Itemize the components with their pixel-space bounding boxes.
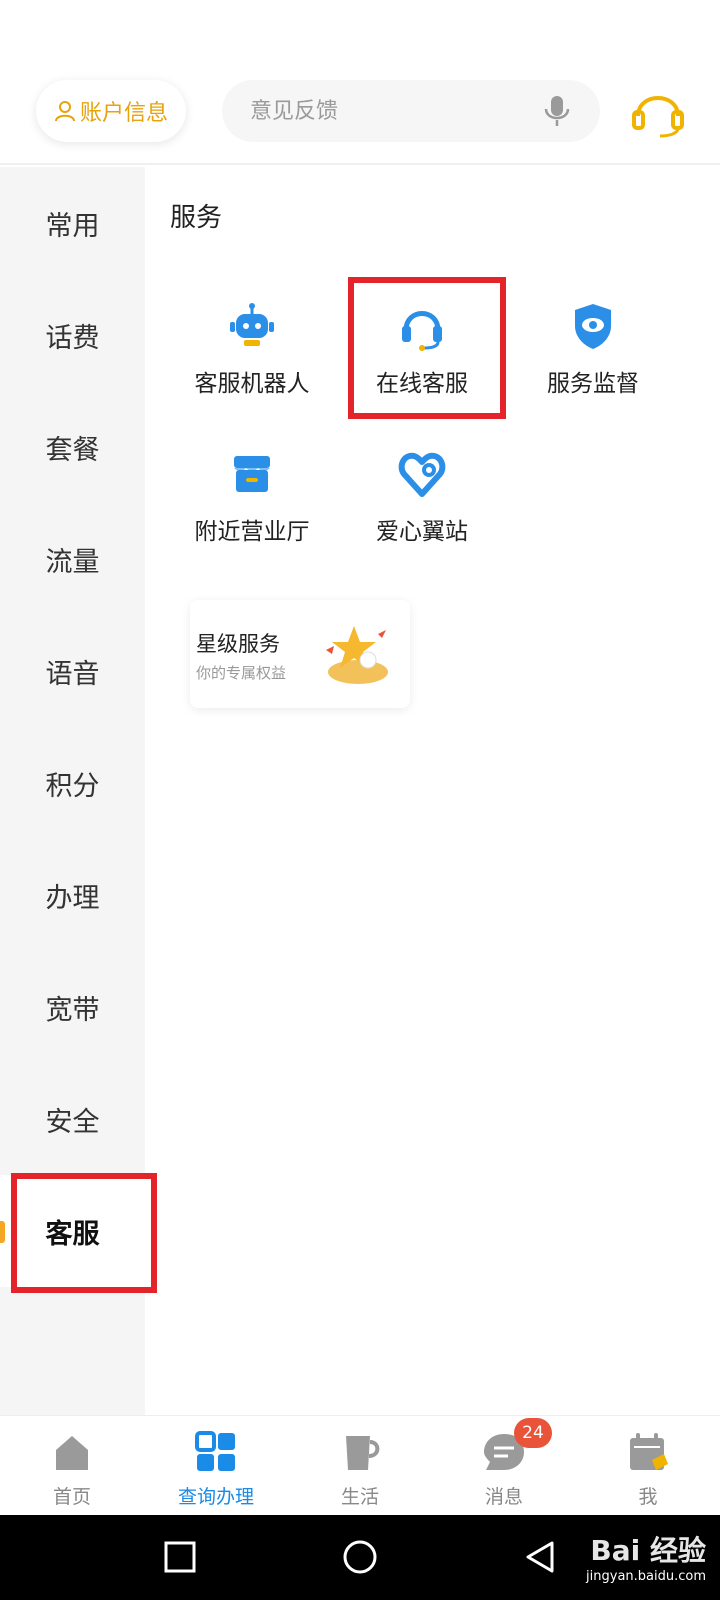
sidebar-item-label: 话费 [45,322,100,354]
robot-icon [230,303,274,346]
baidu-jingyan-watermark: Bai 经验 jingyan.baidu.com [586,1529,706,1584]
sidebar-item-security[interactable]: 安全 [0,1063,145,1175]
service-robot[interactable]: 客服机器人 [172,300,332,398]
calendar-sign-icon [630,1433,668,1470]
sidebar-item-label: 语音 [45,658,100,690]
sidebar-item-voice[interactable]: 语音 [0,615,145,727]
nav-label: 消息 [484,1486,523,1508]
sidebar-item-plan[interactable]: 套餐 [0,391,145,503]
highlight-box-sidebar [11,1173,157,1293]
highlight-box-online-support [348,277,506,419]
star-trophy-image [326,626,388,684]
heart-location-icon [398,452,446,497]
service-love-station[interactable]: 爱心翼站 [342,448,502,546]
search-bar[interactable] [222,80,600,142]
sidebar-item-common[interactable]: 常用 [0,167,145,279]
top-header: 账户信息 [0,0,720,165]
sidebar-item-label: 常用 [45,210,100,242]
customer-service-headset-icon[interactable] [628,82,688,142]
home-icon [56,1436,88,1470]
service-nearby-store[interactable]: 附近营业厅 [172,448,332,546]
nav-label: 首页 [52,1486,91,1508]
recent-apps-icon[interactable] [158,1535,202,1579]
back-triangle-icon[interactable] [518,1535,562,1579]
nav-label: 生活 [340,1486,379,1508]
sidebar-item-apply[interactable]: 办理 [0,839,145,951]
section-title: 服务 [170,203,223,233]
grid-icon [195,1431,235,1471]
star-service-card[interactable]: 星级服务 你的专属权益 [190,600,410,708]
watermark-brand: Bai 经验 [590,1534,706,1567]
bottom-navigation: 首页 查询办理 生活 消息 24 我 [0,1415,720,1515]
store-icon [234,456,270,492]
home-circle-icon[interactable] [338,1535,382,1579]
nav-label: 我 [638,1486,658,1508]
nav-label: 查询办理 [177,1486,254,1508]
star-service-title: 星级服务 [196,632,280,656]
sidebar-item-label: 宽带 [45,994,100,1026]
cup-icon [346,1436,380,1470]
sidebar-item-label: 流量 [45,546,100,578]
nav-home[interactable]: 首页 [0,1416,144,1515]
service-label: 附近营业厅 [194,519,310,545]
nav-messages[interactable]: 消息 24 [432,1416,576,1515]
account-info-label: 账户信息 [79,101,168,126]
service-label: 客服机器人 [194,371,310,397]
nav-query[interactable]: 查询办理 [144,1416,288,1515]
sidebar-item-label: 办理 [45,882,100,914]
sidebar-item-bill[interactable]: 话费 [0,279,145,391]
message-count-badge: 24 [514,1418,552,1448]
nav-me[interactable]: 我 [576,1416,720,1515]
watermark-url: jingyan.baidu.com [586,1569,706,1584]
account-info-button[interactable]: 账户信息 [36,80,186,142]
sidebar-item-label: 安全 [45,1106,100,1138]
system-navigation-bar: Bai 经验 jingyan.baidu.com [0,1515,720,1600]
shield-eye-icon [575,304,611,349]
sidebar-item-points[interactable]: 积分 [0,727,145,839]
sidebar-item-data[interactable]: 流量 [0,503,145,615]
sidebar-item-label: 积分 [45,770,100,802]
star-service-subtitle: 你的专属权益 [196,664,287,682]
service-label: 服务监督 [547,371,639,397]
search-input[interactable] [250,98,530,124]
sidebar-item-broadband[interactable]: 宽带 [0,951,145,1063]
service-label: 爱心翼站 [376,519,468,545]
sidebar-item-label: 套餐 [45,434,100,466]
microphone-icon[interactable] [540,94,574,128]
nav-life[interactable]: 生活 [288,1416,432,1515]
service-supervision[interactable]: 服务监督 [513,300,673,398]
user-icon [54,101,75,122]
